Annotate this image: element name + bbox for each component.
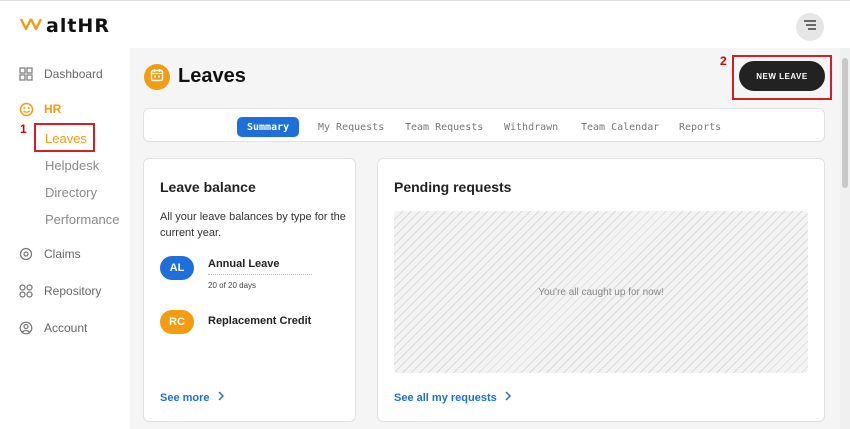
sidebar-item-label: Dashboard — [44, 67, 103, 81]
sidebar-item-repository[interactable]: Repository — [18, 283, 101, 299]
leave-balance-title: Leave balance — [160, 179, 256, 195]
annual-leave-badge: AL — [160, 256, 194, 280]
see-more-link[interactable]: See more — [160, 391, 224, 404]
sidebar-item-label: HR — [44, 102, 62, 116]
replacement-credit-name: Replacement Credit — [208, 315, 312, 327]
pending-requests-card: Pending requests You're all caught up fo… — [377, 158, 825, 422]
sidebar-item-performance[interactable]: Performance — [45, 212, 119, 227]
tab-my-requests[interactable]: My Requests — [318, 117, 384, 137]
see-more-label: See more — [160, 391, 210, 404]
claims-icon — [18, 246, 34, 262]
sidebar-item-label: Account — [44, 321, 88, 335]
repository-icon — [18, 283, 34, 299]
see-all-requests-link[interactable]: See all my requests — [394, 391, 511, 404]
tab-bar: Summary My Requests Team Requests Withdr… — [143, 108, 825, 142]
tab-team-calendar[interactable]: Team Calendar — [581, 117, 659, 137]
menu-button[interactable] — [796, 13, 824, 41]
tab-reports[interactable]: Reports — [679, 117, 721, 137]
sidebar-item-helpdesk[interactable]: Helpdesk — [45, 158, 99, 173]
sidebar-item-account[interactable]: Account — [18, 320, 87, 336]
leave-balance-card: Leave balance All your leave balances by… — [143, 158, 356, 422]
tab-withdrawn[interactable]: Withdrawn — [504, 117, 558, 137]
annotation-marker-1: 1 — [20, 122, 27, 136]
pending-requests-title: Pending requests — [394, 179, 512, 195]
account-icon — [18, 320, 34, 336]
leave-balance-description: All your leave balances by type for the … — [160, 211, 346, 239]
scrollbar[interactable] — [840, 48, 850, 429]
empty-state-text: You're all caught up for now! — [538, 286, 664, 298]
empty-state-area: You're all caught up for now! — [394, 211, 808, 373]
sidebar-item-hr[interactable]: HR — [18, 101, 61, 117]
main-content: Leaves NEW LEAVE Summary My Requests Tea… — [130, 48, 840, 429]
annual-leave-progress — [208, 274, 312, 275]
top-bar: altHR — [0, 0, 850, 48]
see-all-label: See all my requests — [394, 391, 497, 404]
replacement-credit-badge: RC — [160, 310, 194, 334]
calendar-icon — [150, 68, 164, 87]
scrollbar-thumb[interactable] — [842, 58, 848, 188]
tab-team-requests[interactable]: Team Requests — [405, 117, 483, 137]
sidebar-item-claims[interactable]: Claims — [18, 246, 81, 262]
hr-icon — [18, 101, 34, 117]
new-leave-button[interactable]: NEW LEAVE — [739, 61, 825, 91]
annual-leave-name: Annual Leave — [208, 258, 280, 270]
annual-leave-count: 20 of 20 days — [208, 281, 257, 290]
chevron-right-icon — [218, 391, 224, 404]
sidebar-item-label: Claims — [44, 247, 81, 261]
logo-icon — [19, 17, 43, 36]
annotation-box-leaves — [34, 123, 95, 152]
logo[interactable]: altHR — [19, 15, 110, 37]
tab-summary[interactable]: Summary — [237, 117, 300, 137]
sidebar: Dashboard HR Leaves Helpdesk Directory P… — [0, 48, 130, 429]
chevron-right-icon — [505, 391, 511, 404]
page-icon — [144, 64, 170, 90]
menu-icon — [803, 18, 817, 36]
sidebar-item-label: Repository — [44, 284, 102, 298]
page-title: Leaves — [178, 65, 246, 87]
logo-text: altHR — [46, 15, 110, 37]
sidebar-item-directory[interactable]: Directory — [45, 185, 97, 200]
sidebar-item-dashboard[interactable]: Dashboard — [18, 66, 103, 82]
dashboard-icon — [18, 66, 34, 82]
